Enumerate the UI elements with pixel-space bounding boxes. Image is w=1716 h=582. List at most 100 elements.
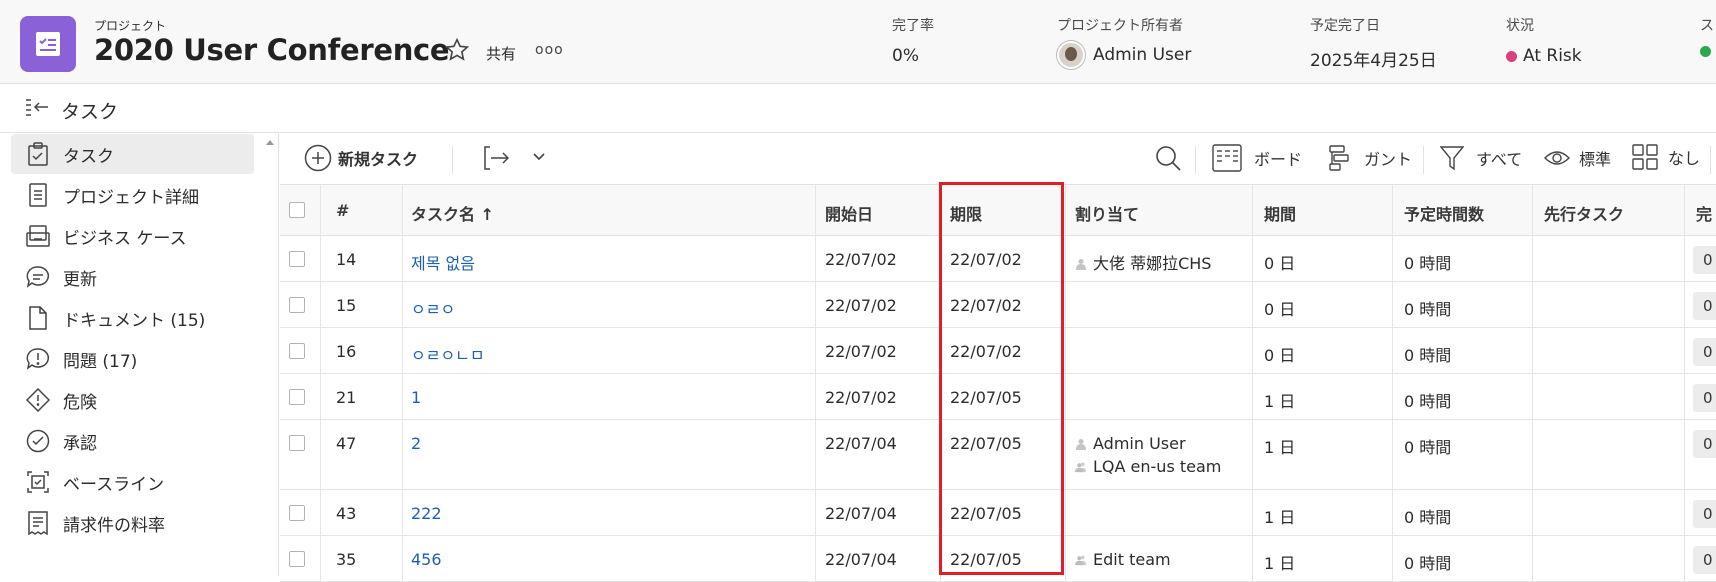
duration[interactable]: 1 日 (1264, 504, 1295, 528)
sidebar-item-tasks[interactable]: タスク (11, 134, 254, 174)
row-checkbox[interactable] (289, 297, 305, 313)
percent-complete-chip[interactable]: 0 (1693, 500, 1716, 528)
percent-complete-chip[interactable]: 0 (1693, 292, 1716, 320)
sidebar-item-billing-rates[interactable]: 請求件の料率 (11, 503, 254, 543)
start-date[interactable]: 22/07/02 (825, 388, 897, 407)
assignment[interactable]: LQA en-us team (1075, 457, 1221, 476)
gantt-label: ガント (1364, 150, 1413, 169)
board-view-button[interactable]: ボード (1212, 144, 1302, 172)
task-toolbar: 新規タスク ボード ガント すべて 標準 なし (280, 134, 1716, 184)
row-checkbox[interactable] (289, 435, 305, 451)
meta-percent-complete: 完了率 0% (892, 15, 934, 66)
task-name-link[interactable]: 2 (411, 434, 421, 453)
meta-label: 予定完了日 (1310, 18, 1380, 34)
column-header-planned-hours[interactable]: 予定時間数 (1404, 201, 1484, 225)
start-date[interactable]: 22/07/04 (825, 504, 897, 523)
task-number: 43 (336, 504, 357, 523)
task-name-link[interactable]: ㅇㄹㅇㄴㅁ (411, 342, 485, 366)
gantt-view-button[interactable]: ガント (1328, 144, 1412, 172)
column-divider (1532, 184, 1533, 582)
filter-button[interactable]: すべて (1440, 144, 1522, 172)
start-date[interactable]: 22/07/02 (825, 296, 897, 315)
task-name-link[interactable]: 456 (411, 550, 442, 569)
row-checkbox[interactable] (289, 343, 305, 359)
more-options-icon[interactable]: ooo (535, 42, 564, 58)
start-date[interactable]: 22/07/02 (825, 342, 897, 361)
user-icon (1075, 254, 1093, 273)
sidebar-item-risks[interactable]: 危険 (11, 380, 254, 420)
collapse-panel-icon[interactable] (24, 98, 50, 124)
planned-hours[interactable]: 0 時間 (1404, 434, 1451, 458)
sidebar-item-issues[interactable]: 問題 (17) (11, 339, 254, 379)
duration[interactable]: 1 日 (1264, 388, 1295, 412)
start-date[interactable]: 22/07/04 (825, 434, 897, 453)
meta-owner[interactable]: プロジェクト所有者 Admin User (1057, 15, 1191, 69)
row-checkbox[interactable] (289, 505, 305, 521)
task-number: 47 (336, 434, 357, 453)
column-header-assignments[interactable]: 割り当て (1075, 201, 1139, 225)
move-export-button[interactable] (482, 144, 512, 172)
column-header-predecessors[interactable]: 先行タスク (1544, 201, 1624, 225)
sidebar-item-baselines[interactable]: ベースライン (11, 462, 254, 502)
sidebar-item-business-case[interactable]: ビジネス ケース (11, 216, 254, 256)
risk-diamond-icon (24, 386, 52, 414)
issue-bubble-icon (24, 345, 52, 373)
avatar[interactable] (1057, 41, 1085, 69)
assignment[interactable]: Admin User (1075, 434, 1186, 453)
assignment[interactable]: 大佬 蒂娜拉CHS (1075, 250, 1211, 274)
meta-status-truncated: ス (1700, 15, 1716, 57)
planned-hours[interactable]: 0 時間 (1404, 296, 1451, 320)
start-date[interactable]: 22/07/04 (825, 550, 897, 569)
start-date[interactable]: 22/07/02 (825, 250, 897, 269)
chevron-down-icon[interactable] (532, 150, 546, 164)
row-checkbox[interactable] (289, 251, 305, 267)
view-button[interactable]: 標準 (1543, 144, 1611, 172)
duration[interactable]: 0 日 (1264, 250, 1295, 274)
status-badge[interactable]: At Risk (1523, 46, 1582, 66)
percent-complete-chip[interactable]: 0 (1693, 384, 1716, 412)
percent-complete-chip[interactable]: 0 (1693, 430, 1716, 458)
assignment[interactable]: Edit team (1075, 550, 1171, 569)
new-task-button[interactable]: 新規タスク (304, 144, 418, 172)
duration[interactable]: 1 日 (1264, 434, 1295, 458)
sidebar-item-documents[interactable]: ドキュメント (15) (11, 298, 254, 338)
row-checkbox[interactable] (289, 551, 305, 567)
task-name-link[interactable]: ㅇㄹㅇ (411, 296, 455, 320)
planned-hours[interactable]: 0 時間 (1404, 250, 1451, 274)
sidebar-item-project-details[interactable]: プロジェクト詳細 (11, 175, 254, 215)
duration[interactable]: 0 日 (1264, 342, 1295, 366)
sidebar-item-updates[interactable]: 更新 (11, 257, 254, 297)
column-header-number[interactable]: # (336, 201, 349, 220)
duration[interactable]: 0 日 (1264, 296, 1295, 320)
select-all-checkbox[interactable] (289, 202, 305, 218)
task-name-link[interactable]: 1 (411, 388, 421, 407)
percent-complete-chip[interactable]: 0 (1693, 246, 1716, 274)
duration[interactable]: 1 日 (1264, 550, 1295, 574)
search-icon[interactable] (1154, 144, 1182, 172)
planned-hours[interactable]: 0 時間 (1404, 504, 1451, 528)
percent-complete-chip[interactable]: 0 (1693, 338, 1716, 366)
status-dot-icon (1506, 50, 1517, 62)
meta-value[interactable]: Admin User (1093, 45, 1191, 65)
column-header-duration[interactable]: 期間 (1264, 201, 1296, 225)
planned-hours[interactable]: 0 時間 (1404, 388, 1451, 412)
planned-hours[interactable]: 0 時間 (1404, 342, 1451, 366)
column-header-start-date[interactable]: 開始日 (825, 201, 873, 225)
share-button[interactable]: 共有 (486, 43, 516, 64)
meta-label: ス (1700, 18, 1714, 34)
planned-hours[interactable]: 0 時間 (1404, 550, 1451, 574)
group-button[interactable]: なし (1632, 144, 1700, 170)
status-dot-icon (1700, 46, 1711, 57)
column-header-task-name[interactable]: タスク名 ↑ (411, 201, 494, 225)
task-name-link[interactable]: 제목 없음 (411, 250, 475, 274)
percent-complete-chip[interactable]: 0 (1693, 546, 1716, 574)
row-checkbox[interactable] (289, 389, 305, 405)
favorite-star-icon[interactable] (444, 37, 470, 67)
task-name-link[interactable]: 222 (411, 504, 442, 523)
sidebar-item-label: 承認 (63, 433, 97, 454)
column-header-percent-complete[interactable]: 完 (1696, 201, 1712, 225)
sidebar-scroll-up-icon[interactable] (266, 140, 274, 145)
meta-condition[interactable]: 状況 At Risk (1506, 15, 1582, 66)
sidebar-item-approvals[interactable]: 承認 (11, 421, 254, 461)
task-number: 16 (336, 342, 357, 361)
